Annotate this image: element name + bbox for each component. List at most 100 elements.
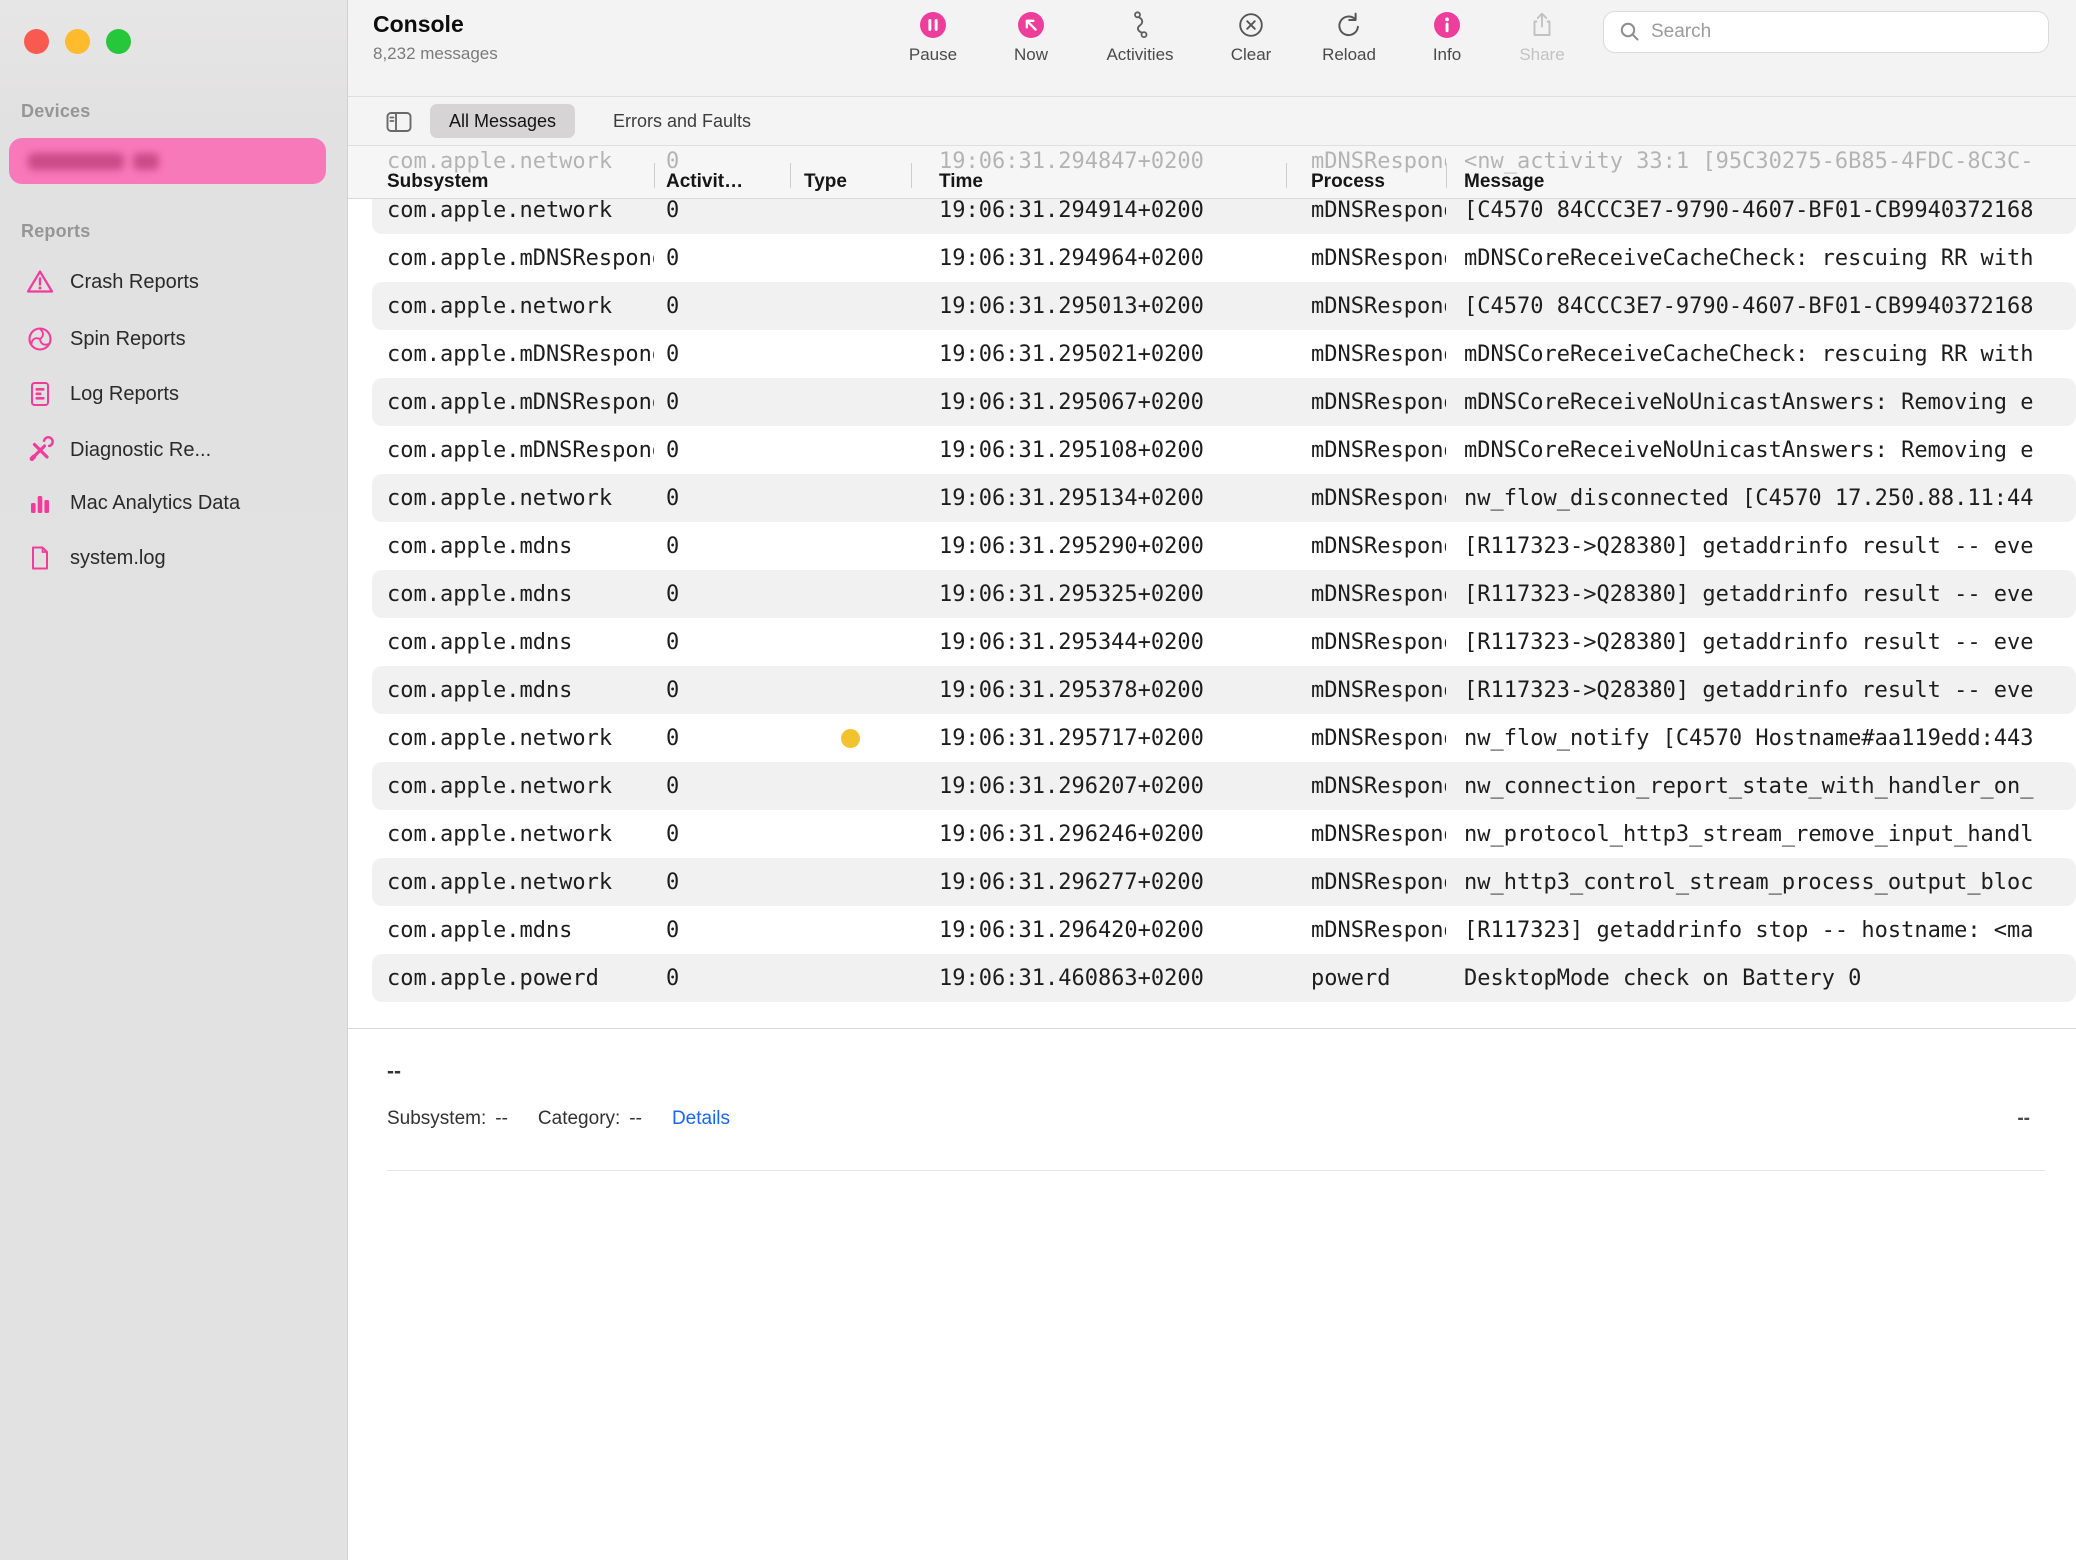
process-cell: mDNSResponder — [1286, 390, 1446, 415]
clear-button[interactable]: Clear — [1203, 9, 1299, 65]
column-header-type[interactable]: Type — [790, 171, 911, 193]
device-name-redacted — [28, 153, 159, 170]
process-cell: mDNSResponder — [1286, 582, 1446, 607]
subsystem-cell: com.apple.mdns — [372, 582, 654, 607]
time-cell: 19:06:31.295325+0200 — [911, 582, 1286, 607]
sidebar-item-mac-analytics-data[interactable]: Mac Analytics Data — [10, 481, 340, 525]
now-button[interactable]: Now — [983, 9, 1079, 65]
sidebar-item-system-log[interactable]: system.log — [10, 536, 340, 580]
main-content: Console 8,232 messages Pause Now Activit… — [348, 0, 2076, 1560]
process-cell: mDNSResponder — [1286, 294, 1446, 319]
warning-triangle-icon — [25, 267, 55, 297]
table-row[interactable]: com.apple.mdns019:06:31.295290+0200mDNSR… — [372, 522, 2076, 570]
column-header-activity[interactable]: Activit… — [654, 171, 790, 193]
activity-cell: 0 — [654, 438, 790, 463]
sidebar-item-diagnostic-reports[interactable]: Diagnostic Re... — [10, 428, 340, 472]
message-cell: nw_connection_report_state_with_handler_… — [1446, 774, 2076, 799]
detail-rule — [387, 1170, 2045, 1171]
column-header-process[interactable]: Process — [1286, 171, 1446, 193]
column-header-subsystem[interactable]: Subsystem — [372, 171, 654, 193]
sidebar-item-spin-reports[interactable]: Spin Reports — [10, 317, 340, 361]
time-cell: 19:06:31.295344+0200 — [911, 630, 1286, 655]
sidebar-item-crash-reports[interactable]: Crash Reports — [10, 260, 340, 304]
sidebar-item-log-reports[interactable]: Log Reports — [10, 372, 340, 416]
process-cell: mDNSResponder — [1286, 486, 1446, 511]
table-row[interactable]: com.apple.mdns019:06:31.295325+0200mDNSR… — [372, 570, 2076, 618]
detail-category-value: -- — [629, 1108, 642, 1130]
table-row[interactable]: com.apple.network019:06:31.296207+0200mD… — [372, 762, 2076, 810]
subsystem-cell: com.apple.network — [372, 198, 654, 223]
message-cell: [R117323] getaddrinfo stop -- hostname: … — [1446, 918, 2076, 943]
tab-all-messages[interactable]: All Messages — [430, 104, 575, 138]
pause-label: Pause — [885, 45, 981, 65]
search-field[interactable] — [1603, 11, 2049, 53]
time-cell: 19:06:31.296207+0200 — [911, 774, 1286, 799]
clear-label: Clear — [1203, 45, 1299, 65]
detail-meta-row: Subsystem: -- Category: -- Details — [387, 1108, 730, 1130]
column-header-message[interactable]: Message — [1446, 171, 2076, 193]
table-row[interactable]: com.apple.mDNSResponder019:06:31.295108+… — [372, 426, 2076, 474]
process-cell: powerd — [1286, 966, 1446, 991]
toolbar: Console 8,232 messages Pause Now Activit… — [348, 0, 2076, 97]
column-divider[interactable] — [911, 163, 912, 188]
activity-cell: 0 — [654, 870, 790, 895]
subsystem-cell: com.apple.mdns — [372, 630, 654, 655]
activity-cell: 0 — [654, 294, 790, 319]
column-divider[interactable] — [654, 163, 655, 188]
time-cell: 19:06:31.295108+0200 — [911, 438, 1286, 463]
tab-errors-and-faults[interactable]: Errors and Faults — [613, 97, 751, 145]
minimize-window-button[interactable] — [65, 29, 90, 54]
table-row[interactable]: com.apple.mDNSResponder019:06:31.295067+… — [372, 378, 2076, 426]
sidebar-item-device-selected[interactable] — [9, 138, 326, 184]
process-cell: mDNSResponder — [1286, 726, 1446, 751]
table-row[interactable]: com.apple.mdns019:06:31.296420+0200mDNSR… — [372, 906, 2076, 954]
table-row[interactable]: com.apple.mdns0 19:06:31.295344+0200mDNSR… — [372, 618, 2076, 666]
table-row[interactable]: com.apple.mdns019:06:31.295378+0200mDNSR… — [372, 666, 2076, 714]
subsystem-cell: com.apple.mDNSResponder — [372, 390, 654, 415]
now-label: Now — [983, 45, 1079, 65]
table-row[interactable]: com.apple.network019:06:31.295013+0200mD… — [372, 282, 2076, 330]
log-level-dot — [841, 729, 860, 748]
activity-cell: 0 — [654, 630, 790, 655]
subsystem-cell: com.apple.network — [372, 822, 654, 847]
sidebar: Devices Reports Crash Reports Spin Repor… — [0, 0, 348, 1560]
close-window-button[interactable] — [24, 29, 49, 54]
search-input[interactable] — [1651, 21, 2036, 43]
column-divider[interactable] — [1286, 163, 1287, 188]
search-icon — [1617, 19, 1643, 45]
process-cell: mDNSResponder — [1286, 918, 1446, 943]
message-cell: DesktopMode check on Battery 0 — [1446, 966, 2076, 991]
reload-button[interactable]: Reload — [1301, 9, 1397, 65]
zoom-window-button[interactable] — [106, 29, 131, 54]
window-title-block: Console 8,232 messages — [373, 11, 498, 64]
table-row[interactable]: com.apple.powerd019:06:31.460863+0200pow… — [372, 954, 2076, 1002]
pause-button[interactable]: Pause — [885, 9, 981, 65]
table-row[interactable]: com.apple.mDNSResponder019:06:31.294964+… — [372, 234, 2076, 282]
info-button[interactable]: Info — [1399, 9, 1495, 65]
column-divider[interactable] — [790, 163, 791, 188]
message-cell: [C4570 84CCC3E7-9790-4607-BF01-CB9940372… — [1446, 294, 2076, 319]
tools-icon — [25, 435, 55, 465]
message-cell: mDNSCoreReceiveCacheCheck: rescuing RR w… — [1446, 246, 2076, 271]
table-row[interactable]: com.apple.network019:06:31.296277+0200mD… — [372, 858, 2076, 906]
process-cell: mDNSResponder — [1286, 678, 1446, 703]
column-divider[interactable] — [1446, 163, 1447, 188]
activities-icon — [1092, 9, 1188, 41]
sidebar-item-label: Mac Analytics Data — [70, 492, 240, 515]
message-cell: [R117323->Q28380] getaddrinfo result -- … — [1446, 630, 2076, 655]
share-button[interactable]: Share — [1494, 9, 1590, 65]
share-icon — [1494, 9, 1590, 41]
column-header-time[interactable]: Time — [911, 171, 1286, 193]
table-row[interactable]: com.apple.mDNSResponder019:06:31.295021+… — [372, 330, 2076, 378]
table-row[interactable]: com.apple.network019:06:31.295134+0200mD… — [372, 474, 2076, 522]
process-cell: mDNSResponder — [1286, 246, 1446, 271]
detail-timestamp-value: -- — [2017, 1108, 2030, 1130]
filter-bar: All Messages Errors and Faults — [348, 97, 2076, 146]
activity-cell: 0 — [654, 342, 790, 367]
table-row[interactable]: com.apple.network019:06:31.296246+0200mD… — [372, 810, 2076, 858]
table-row[interactable]: com.apple.network019:06:31.295717+0200mD… — [372, 714, 2076, 762]
process-cell: mDNSResponder — [1286, 630, 1446, 655]
sidebar-toggle-icon[interactable] — [384, 107, 414, 137]
activities-button[interactable]: Activities — [1092, 9, 1188, 65]
details-link[interactable]: Details — [672, 1108, 730, 1130]
